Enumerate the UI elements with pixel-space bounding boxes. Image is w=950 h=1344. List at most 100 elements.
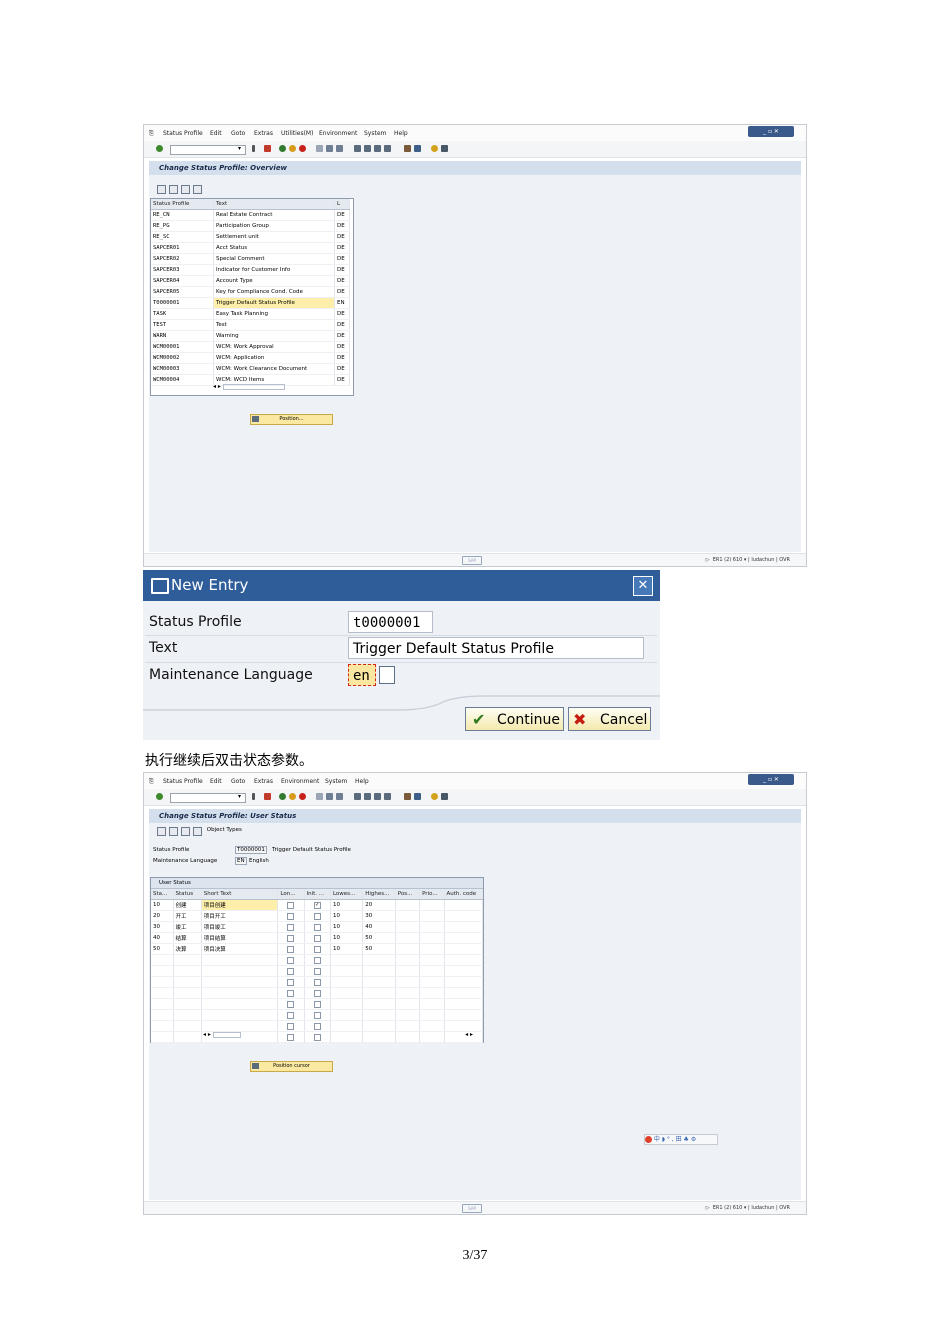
object-types-label[interactable]: Object Types: [207, 827, 242, 833]
prev-page-icon[interactable]: [364, 793, 371, 800]
table-cell[interactable]: [330, 1009, 364, 1021]
table-cell[interactable]: [173, 1020, 202, 1032]
checkbox-cell[interactable]: [304, 943, 331, 955]
table-cell[interactable]: [444, 1020, 483, 1032]
table-cell[interactable]: [419, 932, 445, 944]
checkbox-cell[interactable]: [304, 954, 331, 966]
checkbox[interactable]: [313, 978, 321, 986]
back-icon[interactable]: [279, 793, 286, 800]
checkbox[interactable]: ✓: [313, 901, 321, 909]
checkbox[interactable]: [313, 912, 321, 920]
table-cell[interactable]: [444, 1009, 483, 1021]
enter-icon[interactable]: [156, 793, 163, 800]
close-icon[interactable]: ✕: [633, 576, 653, 596]
table-cell[interactable]: [395, 921, 421, 933]
table-cell[interactable]: [330, 987, 364, 999]
table-row[interactable]: WARN Warning DE: [151, 330, 350, 342]
table-cell[interactable]: [419, 987, 445, 999]
checkbox-cell[interactable]: [304, 921, 331, 933]
object-types-icon[interactable]: [193, 827, 202, 836]
text-input[interactable]: Trigger Default Status Profile: [348, 637, 644, 659]
language-cell[interactable]: DE: [334, 209, 350, 221]
checkbox[interactable]: [313, 923, 321, 931]
table-cell[interactable]: [395, 910, 421, 922]
continue-button[interactable]: ✔ Continue: [465, 707, 564, 731]
column-header[interactable]: Prio...: [419, 889, 445, 900]
table-row[interactable]: WCM00003 WCM: Work Clearance Document DE: [151, 363, 350, 375]
table-cell[interactable]: [444, 954, 483, 966]
language-cell[interactable]: DE: [334, 308, 350, 320]
status-profile-cell[interactable]: RE_PG: [151, 220, 214, 232]
table-cell[interactable]: [151, 1009, 174, 1021]
checkbox-cell[interactable]: [304, 1020, 331, 1032]
checkbox-cell[interactable]: [304, 910, 331, 922]
table-cell[interactable]: 10: [330, 921, 364, 933]
find-icon[interactable]: [326, 145, 333, 152]
position-cursor-button[interactable]: Position cursor: [250, 1061, 333, 1072]
status-profile-cell[interactable]: SAPCER04: [151, 275, 214, 287]
display-change-icon[interactable]: [157, 185, 166, 194]
chevron-down-icon[interactable]: ▾: [238, 145, 241, 153]
language-cell[interactable]: DE: [334, 330, 350, 342]
table-row[interactable]: SAPCER05 Key for Compliance Cond. Code DE: [151, 286, 350, 298]
copy-icon[interactable]: [181, 185, 190, 194]
system-info[interactable]: ▷ ER1 (2) 610 ▾ | ludachun | OVR: [706, 1205, 790, 1211]
table-cell[interactable]: [395, 943, 421, 955]
checkbox-cell[interactable]: ✓: [304, 899, 331, 911]
table-cell[interactable]: [419, 954, 445, 966]
status-profile-cell[interactable]: WCM00003: [151, 363, 214, 375]
find-icon[interactable]: [326, 793, 333, 800]
menu-environment[interactable]: Environment: [319, 130, 357, 137]
table-cell[interactable]: [362, 998, 396, 1010]
column-header[interactable]: Highes...: [362, 889, 396, 900]
text-cell[interactable]: Account Type: [213, 275, 335, 287]
text-cell[interactable]: WCM: Work Approval: [213, 341, 335, 353]
language-cell[interactable]: EN: [334, 297, 350, 309]
layout-icon[interactable]: [441, 793, 448, 800]
back-nav-icon[interactable]: [252, 793, 255, 800]
next-page-icon[interactable]: [374, 793, 381, 800]
table-cell[interactable]: [395, 899, 421, 911]
table-cell[interactable]: [419, 1009, 445, 1021]
table-cell[interactable]: [444, 943, 483, 955]
checkbox-cell[interactable]: [304, 976, 331, 988]
menu-status-profile[interactable]: Status Profile: [163, 778, 203, 785]
text-cell[interactable]: Key for Compliance Cond. Code: [213, 286, 335, 298]
save-icon[interactable]: [264, 793, 271, 800]
text-cell[interactable]: Real Estate Contract: [213, 209, 335, 221]
table-cell[interactable]: [173, 1009, 202, 1021]
table-cell[interactable]: [419, 965, 445, 977]
text-cell[interactable]: Special Comment: [213, 253, 335, 265]
checkbox[interactable]: [313, 967, 321, 975]
checkbox-cell[interactable]: [277, 899, 305, 911]
status-profile-cell[interactable]: WCM00002: [151, 352, 214, 364]
checkbox-cell[interactable]: [277, 932, 305, 944]
shortcut-icon[interactable]: [414, 793, 421, 800]
table-cell[interactable]: [395, 987, 421, 999]
table-cell[interactable]: 创建: [173, 899, 202, 911]
table-cell[interactable]: [173, 987, 202, 999]
table-cell[interactable]: 开工: [173, 910, 202, 922]
table-cell[interactable]: 决算: [173, 943, 202, 955]
checkbox-cell[interactable]: [277, 1020, 305, 1032]
menu-system[interactable]: System: [325, 778, 347, 785]
language-cell[interactable]: DE: [334, 352, 350, 364]
table-row[interactable]: SAPCER04 Account Type DE: [151, 275, 350, 287]
save-icon[interactable]: [264, 145, 271, 152]
table-cell[interactable]: [151, 954, 174, 966]
column-header[interactable]: Pos...: [395, 889, 421, 900]
window-controls[interactable]: _ ▫ ✕: [748, 774, 794, 785]
checkbox[interactable]: [313, 1011, 321, 1019]
text-cell[interactable]: Trigger Default Status Profile: [213, 297, 335, 309]
checkbox[interactable]: [313, 1022, 321, 1030]
table-cell[interactable]: [444, 932, 483, 944]
language-input[interactable]: en: [348, 664, 376, 686]
checkbox[interactable]: [313, 945, 321, 953]
table-cell[interactable]: [419, 899, 445, 911]
table-cell[interactable]: 项目决算: [201, 943, 279, 955]
ime-toolbar[interactable]: 中 ◗ ° , 田 ♣ ⚙: [644, 1134, 718, 1145]
table-row[interactable]: 40 结算 项目结算 10 50: [151, 932, 483, 944]
table-cell[interactable]: 项目结算: [201, 932, 279, 944]
delete-icon[interactable]: [181, 827, 190, 836]
table-cell[interactable]: [419, 910, 445, 922]
